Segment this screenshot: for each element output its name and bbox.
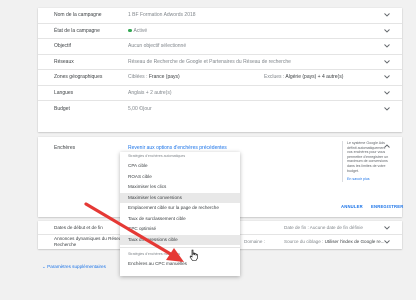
dropdown-item-roas[interactable]: ROAS cible xyxy=(120,172,240,183)
chevron-down-icon[interactable] xyxy=(384,12,390,18)
previous-bidding-options-link[interactable]: Revenir aux options d'enchères précédent… xyxy=(128,145,227,151)
chevron-down-icon[interactable] xyxy=(384,43,390,49)
dropdown-item-manual-cpc[interactable]: Enchères au CPC manuelles xyxy=(120,259,240,270)
campaign-settings-card: Nom de la campagne 1 BF Formation Adword… xyxy=(38,8,402,132)
chevron-down-icon[interactable] xyxy=(384,28,390,34)
setting-row-networks[interactable]: Réseaux Réseau de Recherche de Google et… xyxy=(38,55,402,70)
setting-value: 1 BF Formation Adwords 2018 xyxy=(128,12,196,19)
dropdown-item-cpa[interactable]: CPA cible xyxy=(120,161,240,172)
setting-label: Objectif xyxy=(54,43,71,50)
setting-label: Zones géographiques xyxy=(54,74,103,81)
setting-extra-value: Exclues : Algérie (pays) + 4 autre(s) xyxy=(264,74,344,81)
hand-cursor-icon xyxy=(189,249,198,261)
setting-value: Anglais + 2 autre(s) xyxy=(128,89,172,96)
chevron-down-icon[interactable] xyxy=(384,239,390,245)
setting-value: Aucun objectif sélectionné xyxy=(128,43,187,50)
bidding-label: Enchères xyxy=(54,145,76,151)
bidding-strategy-dropdown[interactable]: Stratégies d'enchères automatiques CPA c… xyxy=(120,152,240,276)
chevron-down-icon[interactable] xyxy=(384,225,390,231)
active-status-dot-icon xyxy=(128,28,132,33)
dropdown-group-manual: Stratégies d'enchères manuelles xyxy=(128,251,181,256)
setting-row-campaign-name[interactable]: Nom de la campagne 1 BF Formation Adword… xyxy=(38,8,402,24)
setting-value: Date de fin : Aucune date de fin définie xyxy=(284,225,363,230)
additional-settings-link[interactable]: ⌄ Paramètres supplémentaires xyxy=(42,264,106,270)
setting-label: Nom de la campagne xyxy=(54,12,102,19)
save-button[interactable]: ENREGISTRER xyxy=(371,204,403,209)
learn-more-link[interactable]: En savoir plus xyxy=(347,177,390,182)
setting-row-languages[interactable]: Langues Anglais + 2 autre(s) xyxy=(38,86,402,101)
setting-row-campaign-status[interactable]: État de la campagne Activé xyxy=(38,24,402,39)
setting-value: Ciblées : France (pays) xyxy=(128,74,180,81)
setting-label: Dates de début et de fin xyxy=(54,225,103,230)
bidding-help-text: Le système Google Ads définit automatiqu… xyxy=(347,141,389,173)
setting-label: Langues xyxy=(54,89,74,96)
dropdown-item-ecpc[interactable]: CPC optimisé xyxy=(120,224,240,235)
dropdown-group-auto: Stratégies d'enchères automatiques xyxy=(128,154,186,158)
chevron-down-icon[interactable] xyxy=(384,74,390,80)
dropdown-item-outranking-share[interactable]: Taux de surclassement cible xyxy=(120,214,240,225)
bidding-help-panel: Le système Google Ads définit automatiqu… xyxy=(342,141,390,182)
cancel-button[interactable]: ANNULER xyxy=(341,204,363,209)
dropdown-item-impression-share[interactable]: Taux d'impressions cible xyxy=(120,234,240,245)
setting-row-locations[interactable]: Zones géographiques Ciblées : France (pa… xyxy=(38,70,402,86)
setting-label: Budget xyxy=(54,105,70,112)
chevron-down-icon[interactable] xyxy=(384,90,390,96)
setting-label: Réseaux xyxy=(54,58,74,65)
chevron-down-icon[interactable] xyxy=(384,106,390,112)
chevron-down-icon[interactable] xyxy=(384,59,390,65)
setting-label: État de la campagne xyxy=(54,27,100,34)
setting-row-budget[interactable]: Budget 5,00 €/jour xyxy=(38,101,402,117)
dropdown-item-search-location[interactable]: Emplacement cible sur la page de recherc… xyxy=(120,203,240,214)
dropdown-item-max-conversions[interactable]: Maximiser les conversions xyxy=(120,192,240,203)
dropdown-divider xyxy=(120,247,240,248)
setting-value: Réseau de Recherche de Google et Partena… xyxy=(128,58,291,65)
setting-value: Activé xyxy=(128,28,147,34)
ads-domain-label: Domaine : xyxy=(244,239,265,244)
ads-source-value: Source du ciblage : Utiliser l'index de … xyxy=(284,239,385,244)
setting-row-objective[interactable]: Objectif Aucun objectif sélectionné xyxy=(38,39,402,55)
dropdown-item-max-clicks[interactable]: Maximiser les clics xyxy=(120,182,240,193)
setting-value: 5,00 €/jour xyxy=(128,105,152,112)
